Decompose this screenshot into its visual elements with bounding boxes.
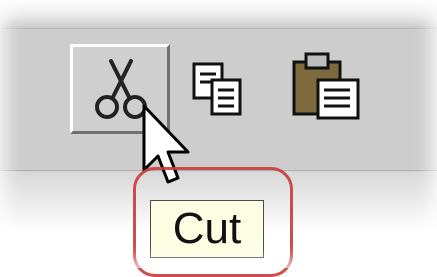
highlight-circle [133, 167, 293, 277]
paste-icon [292, 52, 360, 120]
menu-bar-strip [0, 0, 437, 28]
paste-button[interactable] [288, 50, 368, 125]
